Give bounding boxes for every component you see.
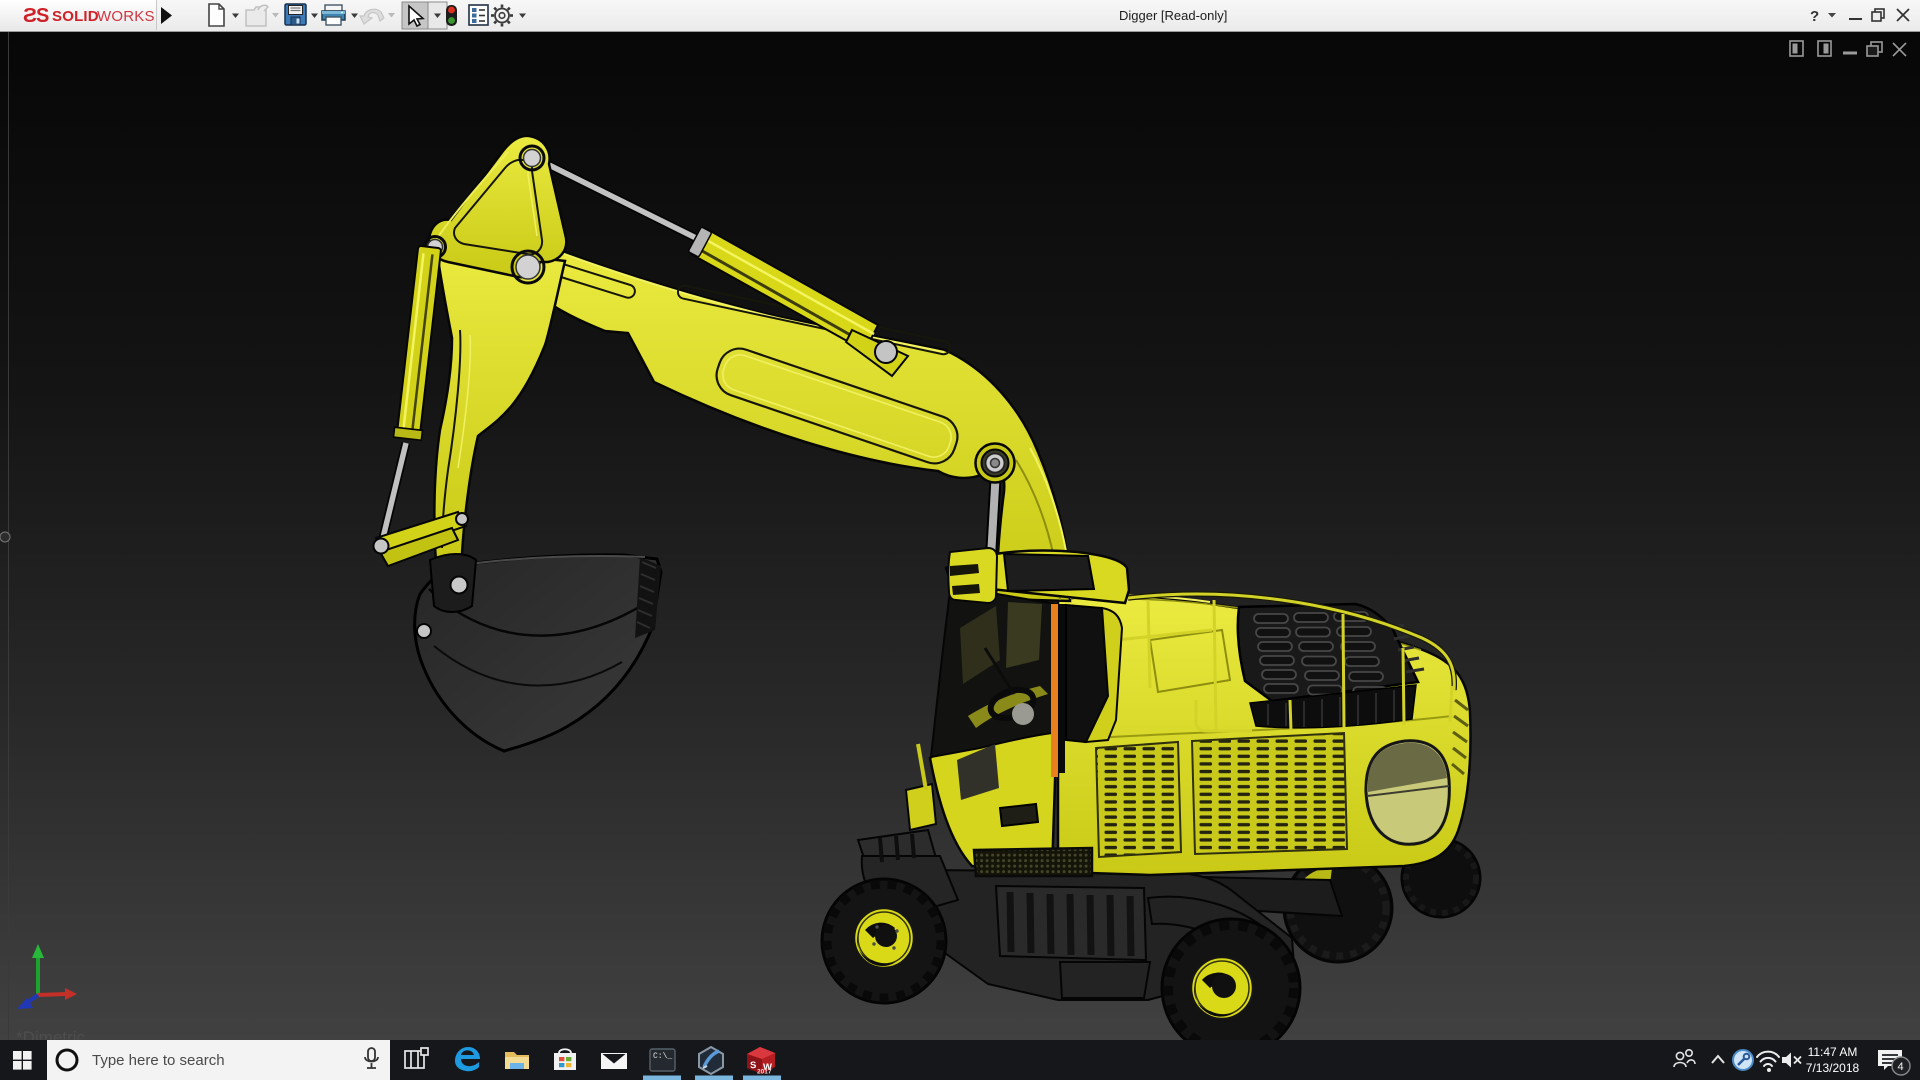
svg-text:C:\_: C:\_ <box>653 1052 672 1061</box>
svg-text:?: ? <box>1810 8 1819 25</box>
svg-text:S: S <box>36 5 49 27</box>
svg-text:WORKS: WORKS <box>97 8 155 25</box>
svg-text:S: S <box>750 1060 757 1071</box>
svg-text:S: S <box>23 4 37 26</box>
svg-text:2017: 2017 <box>757 1069 772 1076</box>
svg-text:4: 4 <box>1898 1061 1904 1073</box>
svg-text:SOLID: SOLID <box>52 8 99 25</box>
